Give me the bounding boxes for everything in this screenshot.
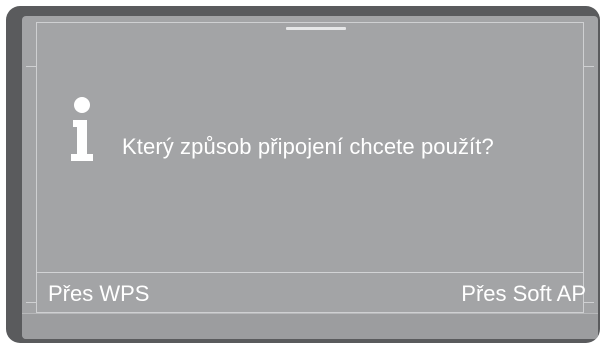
- side-tick: [26, 66, 36, 67]
- frame-left-line: [36, 22, 37, 313]
- frame-top-line: [36, 22, 584, 23]
- wps-option-button[interactable]: Přes WPS: [48, 278, 149, 310]
- dialog-message: Který způsob připojení chcete použít?: [122, 134, 494, 159]
- side-tick: [26, 302, 36, 303]
- soft-ap-option-button[interactable]: Přes Soft AP: [461, 278, 586, 310]
- page-indicator: [286, 27, 346, 30]
- options-divider: [36, 272, 584, 273]
- info-icon: [71, 97, 93, 161]
- display-screen: Který způsob připojení chcete použít? Př…: [22, 16, 598, 339]
- screen-footer-band: [22, 313, 598, 339]
- device-bezel: Který způsob připojení chcete použít? Př…: [6, 6, 600, 343]
- side-tick: [584, 66, 594, 67]
- frame-bottom-line: [36, 312, 584, 313]
